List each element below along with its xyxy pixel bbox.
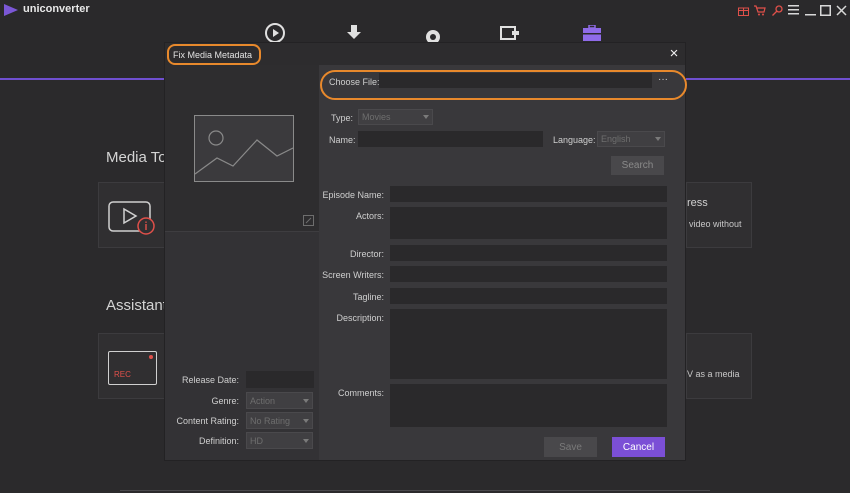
tagline-input[interactable]: [390, 288, 667, 304]
choose-file-input[interactable]: [379, 73, 652, 88]
actors-label: Actors:: [355, 211, 384, 221]
comments-input[interactable]: [390, 384, 667, 427]
tagline-label: Tagline:: [352, 292, 384, 302]
episode-name-label: Episode Name:: [322, 190, 384, 200]
video-info-icon: [108, 201, 155, 235]
toolbox-icon[interactable]: [581, 22, 603, 44]
chevron-down-icon: [303, 418, 309, 423]
content-rating-label: Content Rating:: [176, 416, 239, 426]
language-select[interactable]: English: [597, 131, 665, 147]
dialog-title: Fix Media Metadata: [167, 44, 261, 65]
card-compress-title: ress: [687, 197, 708, 209]
save-button[interactable]: Save: [544, 437, 597, 457]
description-input[interactable]: [390, 309, 667, 379]
actors-input[interactable]: [390, 207, 667, 239]
chevron-down-icon: [303, 438, 309, 443]
edit-thumbnail-icon[interactable]: [303, 215, 315, 227]
rating-value: No Rating: [250, 415, 291, 426]
release-date-label: Release Date:: [181, 375, 239, 385]
card-compress[interactable]: ress video without: [686, 182, 752, 248]
card-compress-desc: video without: [689, 219, 742, 229]
language-label: Language:: [553, 135, 596, 145]
section-title-assistant: Assistant: [106, 297, 167, 314]
card-tv-media[interactable]: V as a media: [686, 333, 752, 399]
episode-name-input[interactable]: [390, 186, 667, 202]
browse-file-button[interactable]: ···: [658, 74, 668, 85]
dialog-close-icon[interactable]: ×: [667, 45, 681, 61]
rec-icon: REC: [108, 351, 157, 385]
description-label: Description:: [336, 313, 384, 323]
chevron-down-icon: [655, 137, 661, 141]
fix-media-metadata-dialog: Fix Media Metadata × Release Date: Genre…: [164, 42, 687, 461]
name-input[interactable]: [358, 131, 543, 147]
genre-value: Action: [250, 395, 276, 406]
thumbnail-area[interactable]: [165, 65, 319, 232]
search-button[interactable]: Search: [611, 156, 664, 175]
convert-icon[interactable]: [263, 22, 287, 44]
maximize-icon[interactable]: [818, 3, 832, 17]
cart-icon[interactable]: [753, 3, 767, 17]
menu-icon[interactable]: [786, 3, 800, 17]
name-label: Name:: [329, 135, 356, 145]
director-label: Director:: [349, 249, 384, 259]
release-date-input[interactable]: [246, 371, 314, 388]
key-icon[interactable]: [770, 3, 784, 17]
image-placeholder-icon: [194, 115, 294, 182]
card-screen-recorder[interactable]: REC: [98, 333, 166, 399]
type-label: Type:: [331, 113, 354, 123]
rec-label: REC: [114, 370, 131, 379]
minimize-icon[interactable]: [803, 3, 817, 17]
screen-writers-input[interactable]: [390, 266, 667, 282]
screen-writers-label: Screen Writers:: [322, 270, 384, 280]
definition-select[interactable]: HD: [246, 432, 313, 449]
transfer-icon[interactable]: [499, 22, 521, 44]
director-input[interactable]: [390, 245, 667, 261]
type-value: Movies: [362, 112, 391, 122]
close-window-icon[interactable]: [834, 3, 848, 17]
app-name: uniconverter: [23, 3, 90, 15]
bottom-divider: [120, 490, 710, 491]
language-value: English: [601, 134, 631, 144]
genre-label: Genre:: [211, 396, 239, 406]
cancel-button[interactable]: Cancel: [612, 437, 665, 457]
genre-select[interactable]: Action: [246, 392, 313, 409]
app-logo-icon: [4, 4, 18, 16]
gift-icon[interactable]: [736, 3, 750, 17]
chevron-down-icon: [303, 398, 309, 403]
card-tv-desc: V as a media: [687, 369, 740, 379]
left-pane: Release Date: Genre: Action Content Rati…: [165, 65, 319, 460]
card-fix-metadata[interactable]: [98, 182, 166, 248]
comments-label: Comments:: [337, 388, 384, 398]
definition-label: Definition:: [198, 436, 239, 446]
content-rating-select[interactable]: No Rating: [246, 412, 313, 429]
type-select[interactable]: Movies: [358, 109, 433, 125]
download-icon[interactable]: [345, 22, 363, 44]
choose-file-label: Choose File:: [329, 77, 380, 87]
chevron-down-icon: [423, 115, 429, 119]
definition-value: HD: [250, 435, 263, 446]
